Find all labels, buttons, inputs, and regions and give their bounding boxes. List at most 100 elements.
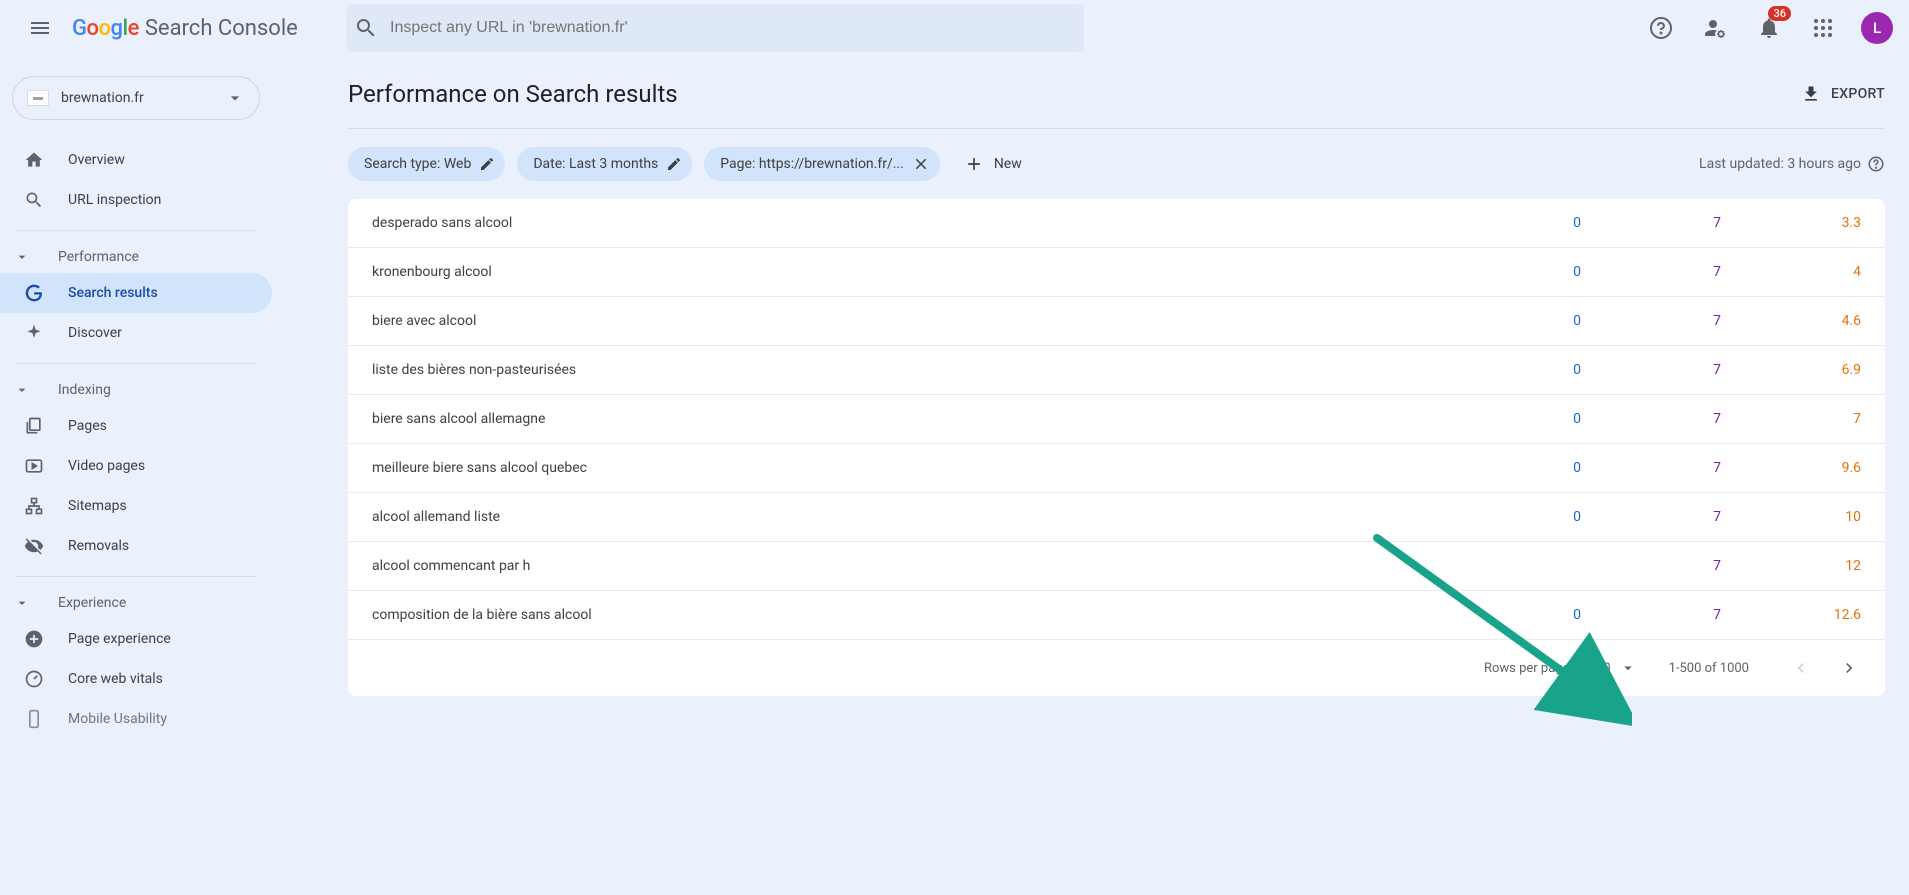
nav-label: Mobile Usability <box>68 711 167 727</box>
edit-icon <box>479 156 495 172</box>
mobile-icon <box>24 709 44 729</box>
home-icon <box>24 150 44 170</box>
help-button[interactable] <box>1637 4 1685 52</box>
url-inspect-search[interactable] <box>346 4 1084 52</box>
query-cell: alcool allemand liste <box>372 509 1441 525</box>
query-cell: meilleure biere sans alcool quebec <box>372 460 1441 476</box>
query-cell: liste des bières non-pasteurisées <box>372 362 1441 378</box>
last-updated: Last updated: 3 hours ago <box>1699 155 1885 173</box>
speedometer-icon <box>24 669 44 689</box>
help-icon[interactable] <box>1867 155 1885 173</box>
pagination: Rows per page: 500 1-500 of 1000 <box>348 640 1885 696</box>
product-logo[interactable]: Google Search Console <box>72 16 298 41</box>
account-avatar[interactable]: L <box>1861 12 1893 44</box>
rows-per-page-select[interactable]: 500 <box>1589 659 1637 677</box>
chevron-down-icon <box>14 595 30 611</box>
nav-page-experience[interactable]: Page experience <box>0 619 272 659</box>
rows-per-page-label: Rows per page: <box>1484 661 1573 676</box>
impressions-cell: 7 <box>1581 313 1721 329</box>
position-cell: 12.6 <box>1721 607 1861 623</box>
impressions-cell: 7 <box>1581 509 1721 525</box>
site-icon <box>27 90 49 106</box>
nav-sitemaps[interactable]: Sitemaps <box>0 486 272 526</box>
table-row[interactable]: biere avec alcool074.6 <box>348 297 1885 346</box>
clicks-cell: 0 <box>1441 313 1581 329</box>
table-row[interactable]: composition de la bière sans alcool0712.… <box>348 591 1885 640</box>
chip-label: Search type: Web <box>364 156 471 172</box>
impressions-cell: 7 <box>1581 607 1721 623</box>
clicks-cell: 0 <box>1441 607 1581 623</box>
page-header: Performance on Search results EXPORT <box>348 80 1885 129</box>
close-icon[interactable] <box>912 155 930 173</box>
nav-pages[interactable]: Pages <box>0 406 272 446</box>
filter-date[interactable]: Date: Last 3 months <box>517 147 692 181</box>
url-inspect-input[interactable] <box>390 19 1076 37</box>
section-experience[interactable]: Experience <box>0 587 272 619</box>
app-header: Google Search Console 36 L <box>0 0 1909 56</box>
edit-icon <box>666 156 682 172</box>
table-row[interactable]: kronenbourg alcool074 <box>348 248 1885 297</box>
menu-icon <box>28 16 52 40</box>
page-range: 1-500 of 1000 <box>1669 661 1749 676</box>
hamburger-menu-button[interactable] <box>16 4 64 52</box>
section-indexing[interactable]: Indexing <box>0 374 272 406</box>
filter-search-type[interactable]: Search type: Web <box>348 147 505 181</box>
plus-icon <box>964 154 984 174</box>
table-row[interactable]: biere sans alcool allemagne077 <box>348 395 1885 444</box>
nav-label: Removals <box>68 538 129 554</box>
chevron-left-icon <box>1791 658 1811 678</box>
nav-search-results[interactable]: Search results <box>0 273 272 313</box>
nav-video-pages[interactable]: Video pages <box>0 446 272 486</box>
prev-page-button[interactable] <box>1781 648 1821 688</box>
sidebar: brewnation.fr Overview URL inspection Pe… <box>0 56 280 895</box>
main-content: Performance on Search results EXPORT Sea… <box>280 56 1909 895</box>
last-updated-text: Last updated: 3 hours ago <box>1699 156 1861 172</box>
chip-label: Date: Last 3 months <box>533 156 658 172</box>
search-icon <box>24 190 44 210</box>
nav-url-inspection[interactable]: URL inspection <box>0 180 272 220</box>
query-cell: biere avec alcool <box>372 313 1441 329</box>
section-label: Experience <box>58 595 126 611</box>
chip-label: Page: https://brewnation.fr/... <box>720 156 904 172</box>
new-label: New <box>994 156 1022 172</box>
position-cell: 6.9 <box>1721 362 1861 378</box>
chevron-down-icon <box>225 88 245 108</box>
position-cell: 12 <box>1721 558 1861 574</box>
nav-label: Page experience <box>68 631 171 647</box>
nav-discover[interactable]: Discover <box>0 313 272 353</box>
header-actions: 36 L <box>1637 4 1893 52</box>
next-page-button[interactable] <box>1829 648 1869 688</box>
nav-label: Video pages <box>68 458 145 474</box>
filter-bar: Search type: Web Date: Last 3 months Pag… <box>348 129 1885 199</box>
visibility-off-icon <box>24 536 44 556</box>
table-row[interactable]: alcool commencant par h712 <box>348 542 1885 591</box>
export-label: EXPORT <box>1831 86 1885 102</box>
nav-removals[interactable]: Removals <box>0 526 272 566</box>
apps-button[interactable] <box>1799 4 1847 52</box>
export-button[interactable]: EXPORT <box>1801 84 1885 104</box>
clicks-cell: 0 <box>1441 411 1581 427</box>
notifications-button[interactable]: 36 <box>1745 4 1793 52</box>
position-cell: 9.6 <box>1721 460 1861 476</box>
nav-mobile-usability[interactable]: Mobile Usability <box>0 699 272 739</box>
user-settings-button[interactable] <box>1691 4 1739 52</box>
add-filter-button[interactable]: New <box>952 154 1034 174</box>
nav-overview[interactable]: Overview <box>0 140 272 180</box>
chevron-right-icon <box>1839 658 1859 678</box>
nav-label: Search results <box>68 285 158 301</box>
table-row[interactable]: alcool allemand liste0710 <box>348 493 1885 542</box>
table-row[interactable]: desperado sans alcool073.3 <box>348 199 1885 248</box>
position-cell: 4 <box>1721 264 1861 280</box>
video-icon <box>24 456 44 476</box>
impressions-cell: 7 <box>1581 264 1721 280</box>
nav-core-web-vitals[interactable]: Core web vitals <box>0 659 272 699</box>
table-row[interactable]: liste des bières non-pasteurisées076.9 <box>348 346 1885 395</box>
position-cell: 3.3 <box>1721 215 1861 231</box>
nav-label: Discover <box>68 325 122 341</box>
property-selector[interactable]: brewnation.fr <box>12 76 260 120</box>
filter-page[interactable]: Page: https://brewnation.fr/... <box>704 147 940 181</box>
impressions-cell: 7 <box>1581 558 1721 574</box>
section-performance[interactable]: Performance <box>0 241 272 273</box>
table-row[interactable]: meilleure biere sans alcool quebec079.6 <box>348 444 1885 493</box>
google-g-icon <box>24 283 44 303</box>
